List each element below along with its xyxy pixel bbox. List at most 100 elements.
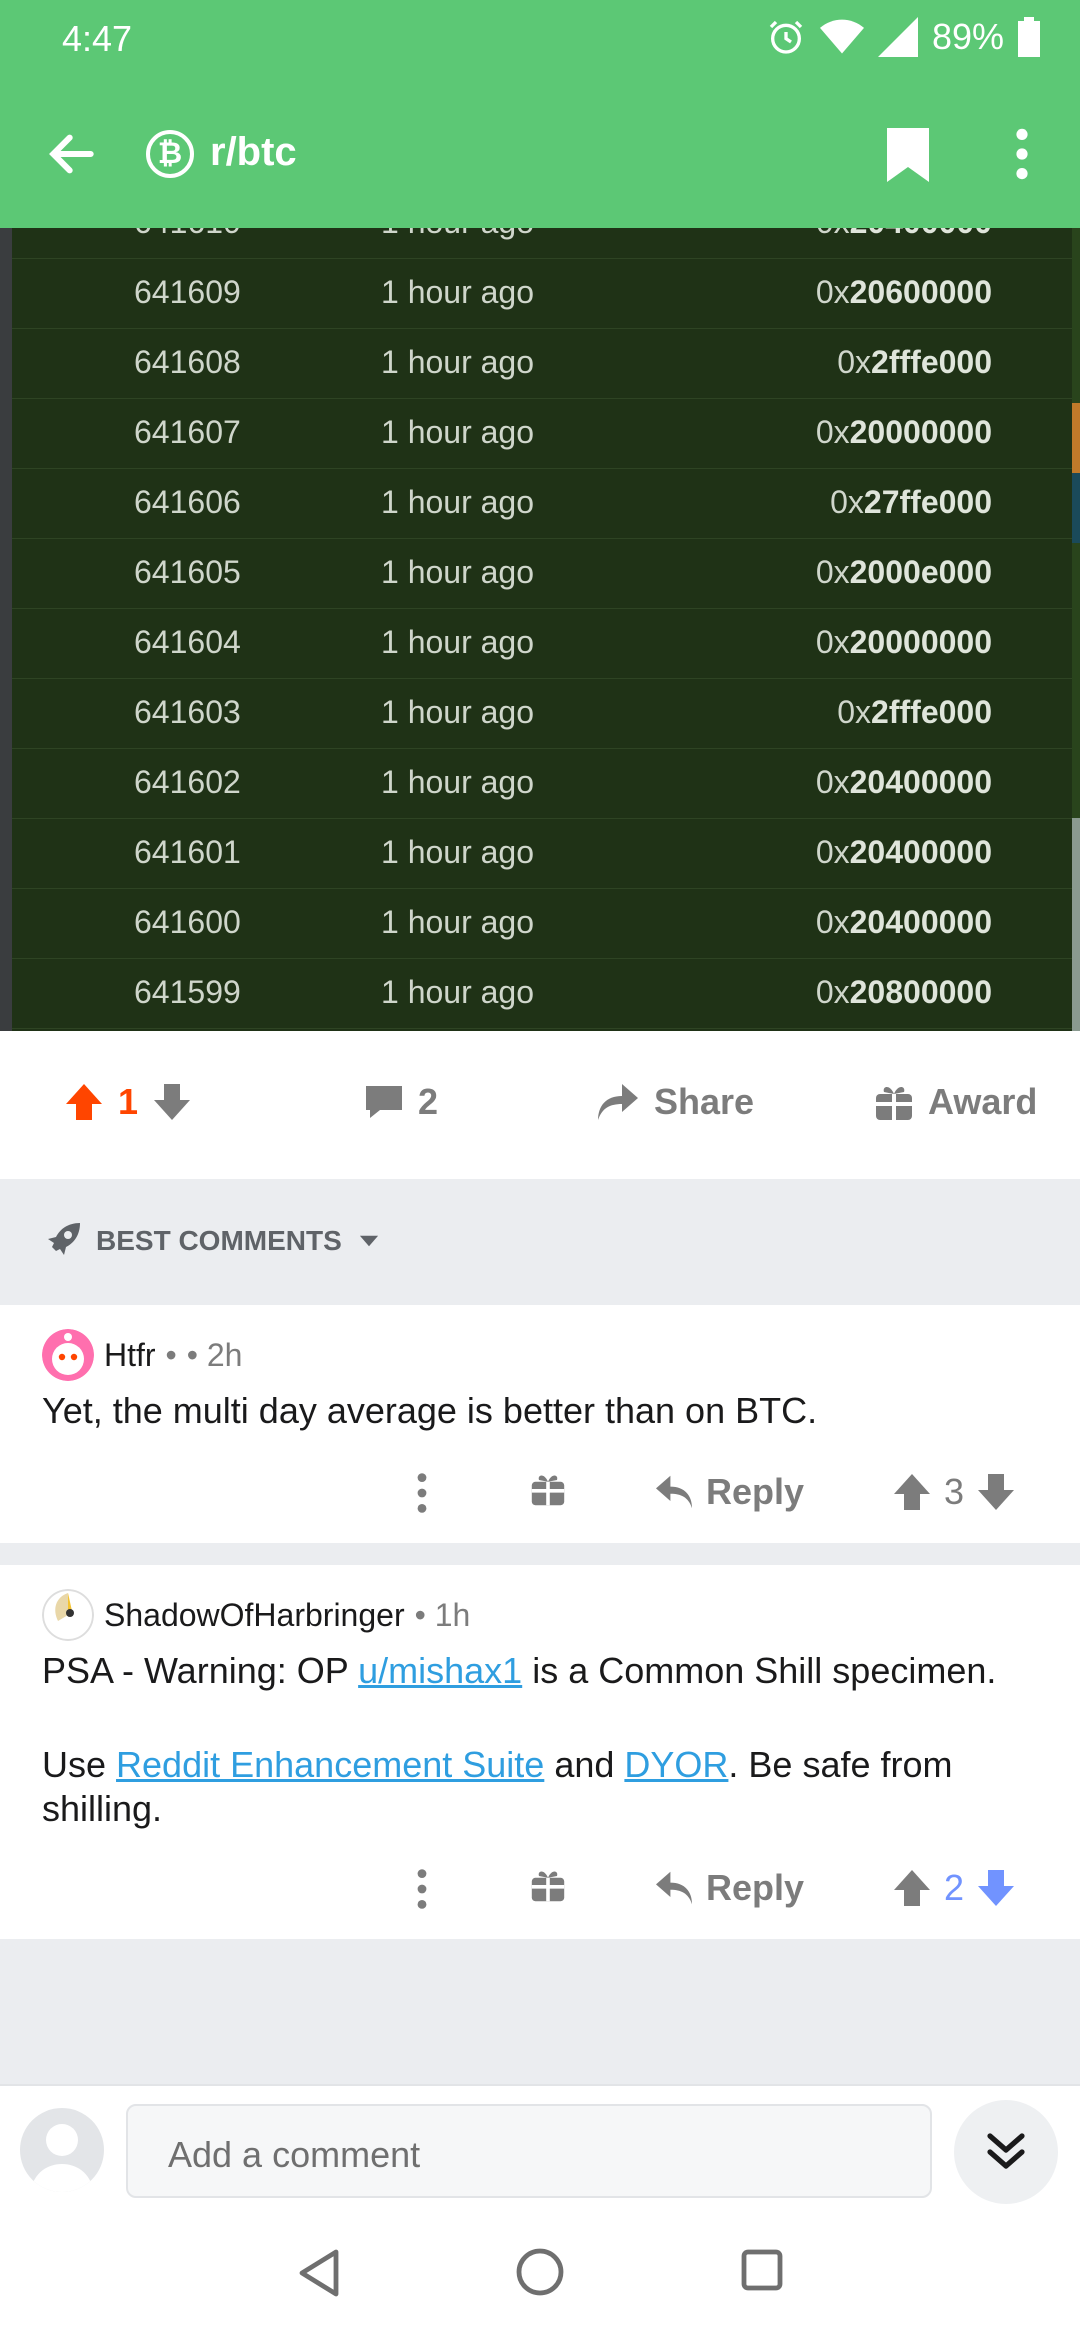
comment-more-button[interactable] (410, 1867, 434, 1911)
status-bar: 4:47 89% (0, 0, 1080, 80)
block-height: 641606 (134, 484, 241, 520)
table-row: 641600 1 hour ago 0x20400000 (12, 888, 1072, 959)
more-options-icon (417, 1869, 427, 1909)
block-version: 0x20600000 (815, 274, 992, 310)
block-age: 1 hour ago (381, 554, 535, 590)
avatar[interactable] (42, 1329, 94, 1381)
comment-icon (366, 1086, 402, 1118)
comment: ShadowOfHarbringer • 1h PSA - Warning: O… (0, 1565, 1080, 1939)
res-link[interactable]: Reddit Enhancement Suite (116, 1744, 544, 1785)
avatar[interactable] (42, 1589, 94, 1641)
comment-more-button[interactable] (410, 1471, 434, 1515)
block-version: 0x20800000 (815, 974, 992, 1010)
table-row: 641606 1 hour ago 0x27ffe000 (12, 468, 1072, 539)
comment-actions: Reply 3 (0, 1453, 1080, 1533)
collapse-button[interactable] (954, 2100, 1058, 2204)
upvote-icon[interactable] (892, 1472, 932, 1512)
comment-body: PSA - Warning: OP u/mishax1 is a Common … (42, 1650, 997, 1829)
comment-age: • 2h (186, 1336, 243, 1373)
block-height: 641602 (134, 764, 241, 800)
gift-icon (531, 1475, 565, 1506)
block-age: 1 hour ago (381, 834, 535, 870)
table-row: 641609 1 hour ago 0x20600000 (12, 258, 1072, 329)
reply-button[interactable]: Reply (654, 1471, 804, 1513)
comment-author[interactable]: ShadowOfHarbringer (104, 1597, 405, 1634)
block-version: 0x2fffe000 (837, 344, 992, 380)
block-version: 0x20400000 (815, 764, 992, 800)
comment-vote: 3 (892, 1471, 1016, 1513)
downvote-icon[interactable] (976, 1472, 1016, 1512)
table-row: 641605 1 hour ago 0x2000e000 (12, 538, 1072, 609)
comment-actions: Reply 2 (0, 1849, 1080, 1929)
signal-icon (877, 17, 918, 57)
reply-icon (656, 1871, 692, 1905)
back-arrow-icon[interactable] (44, 126, 100, 182)
more-options-icon[interactable] (1004, 126, 1040, 182)
avatar[interactable] (20, 2108, 104, 2192)
sort-label: BEST COMMENTS (96, 1225, 342, 1256)
table-row: 641599 1 hour ago 0x20800000 (12, 958, 1072, 1029)
upvote-icon[interactable] (64, 1082, 104, 1122)
clock: 4:47 (62, 18, 133, 59)
comment-author[interactable]: Htfr (104, 1337, 156, 1374)
block-age: 1 hour ago (381, 484, 535, 520)
downvote-icon[interactable] (152, 1082, 192, 1122)
block-version: 0x2fffe000 (837, 694, 992, 730)
add-comment-input[interactable]: Add a comment (126, 2104, 932, 2198)
table-row: 641602 1 hour ago 0x20400000 (12, 748, 1072, 819)
gift-icon (876, 1087, 912, 1120)
gift-icon (531, 1871, 565, 1902)
block-age: 1 hour ago (381, 974, 535, 1010)
subreddit-name[interactable]: r/btc (210, 130, 297, 175)
post-score: 1 (118, 1081, 139, 1122)
block-height: 641601 (134, 834, 241, 870)
block-height: 641605 (134, 554, 241, 590)
comment-age: • 1h (414, 1596, 471, 1633)
table-row: 641607 1 hour ago 0x20000000 (12, 398, 1072, 469)
comments-button[interactable]: 2 (364, 1081, 438, 1123)
comment-score: 2 (944, 1867, 965, 1908)
block-height: 641603 (134, 694, 241, 730)
block-age: 1 hour ago (381, 274, 535, 310)
block-height: 641604 (134, 624, 241, 660)
block-age: 1 hour ago (381, 624, 535, 660)
block-height: 641607 (134, 414, 241, 450)
more-options-icon (417, 1473, 427, 1513)
post-action-bar: 1 2 Share Award (0, 1031, 1080, 1179)
block-height: 641608 (134, 344, 241, 380)
bookmark-icon[interactable] (884, 128, 932, 182)
share-button[interactable]: Share (596, 1081, 754, 1123)
comment-award-button[interactable] (530, 1471, 566, 1507)
table-row: 641610 1 hour ago 0x20400000 (12, 228, 1072, 259)
nav-home-icon[interactable] (516, 2248, 564, 2296)
block-age: 1 hour ago (381, 904, 535, 940)
comment-composer: Add a comment (0, 2084, 1080, 2216)
post-vote: 1 (64, 1081, 192, 1123)
subreddit-icon[interactable]: ₿ (146, 130, 194, 178)
block-age: 1 hour ago (381, 414, 535, 450)
table-row: 641608 1 hour ago 0x2fffe000 (12, 328, 1072, 399)
upvote-icon[interactable] (892, 1868, 932, 1908)
comment-body: Yet, the multi day average is better tha… (42, 1390, 818, 1431)
chevron-down-icon (359, 1235, 378, 1247)
user-link[interactable]: u/mishax1 (358, 1650, 522, 1691)
battery-icon (1018, 17, 1040, 57)
block-version: 0x20000000 (815, 624, 992, 660)
comment-award-button[interactable] (530, 1867, 566, 1903)
table-row: 641603 1 hour ago 0x2fffe000 (12, 678, 1072, 749)
block-version: 0x27ffe000 (830, 484, 992, 520)
dyor-link[interactable]: DYOR (624, 1744, 728, 1785)
reply-button[interactable]: Reply (654, 1867, 804, 1909)
app-bar: ₿ r/btc (0, 80, 1080, 228)
block-age: 1 hour ago (381, 694, 535, 730)
comment-sort-bar[interactable]: BEST COMMENTS (0, 1179, 1080, 1305)
block-version: 0x2000e000 (815, 554, 992, 590)
award-button[interactable]: Award (874, 1081, 1037, 1123)
rocket-icon (48, 1223, 80, 1255)
downvote-icon[interactable] (976, 1868, 1016, 1908)
block-height: 641609 (134, 274, 241, 310)
block-age: 1 hour ago (381, 344, 535, 380)
share-icon (598, 1084, 638, 1120)
nav-back-icon[interactable] (296, 2248, 342, 2298)
nav-recents-icon[interactable] (740, 2248, 784, 2292)
